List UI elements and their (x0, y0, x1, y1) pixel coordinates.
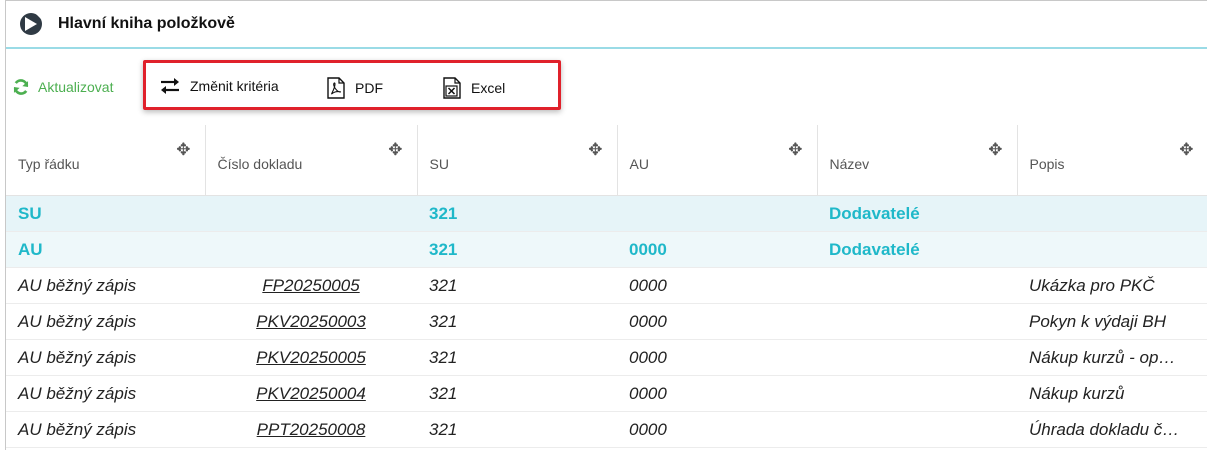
swap-arrows-icon (161, 78, 179, 94)
table-row[interactable]: AU běžný zápis PKV20250003 321 0000 Poky… (6, 303, 1207, 340)
header-label: Typ řádku (18, 156, 80, 172)
cell-name (817, 411, 1017, 448)
cell-type: AU běžný zápis (6, 339, 205, 376)
cell-type: AU (6, 231, 205, 268)
cell-su: 321 (417, 231, 617, 268)
refresh-icon (13, 79, 29, 95)
change-criteria-button[interactable]: Změnit kritéria (160, 77, 279, 95)
header-au[interactable]: AU ✥ (617, 125, 818, 196)
cell-su: 321 (417, 375, 617, 412)
cell-doc (205, 195, 417, 232)
app-logo-icon (20, 13, 42, 35)
cell-type: AU běžný zápis (6, 303, 205, 340)
cell-desc: Pokyn k výdaji BH (1017, 303, 1207, 340)
cell-au: 0000 (617, 303, 817, 340)
cell-type: AU běžný zápis (6, 411, 205, 448)
header-label: Číslo dokladu (217, 156, 303, 172)
cell-doc: PKV20250004 (205, 375, 417, 412)
cell-desc: Nákup kurzů - op… (1017, 339, 1207, 376)
move-icon[interactable]: ✥ (588, 141, 602, 158)
cell-type: SU (6, 195, 205, 232)
cell-au (617, 195, 817, 232)
doc-link[interactable]: PKV20250003 (256, 312, 366, 331)
cell-au: 0000 (617, 267, 817, 304)
table-row[interactable]: AU běžný zápis PPT20250008 321 0000 Úhra… (6, 411, 1207, 448)
header-cislo-dokladu[interactable]: Číslo dokladu ✥ (205, 125, 418, 196)
cell-desc: Nákup kurzů (1017, 375, 1207, 412)
table-row[interactable]: AU běžný zápis PKV20250004 321 0000 Náku… (6, 375, 1207, 412)
pdf-export-button[interactable]: PDF (327, 77, 383, 99)
cell-name (817, 375, 1017, 412)
header-label: Název (829, 156, 870, 172)
cell-name: Dodavatelé (817, 195, 1017, 232)
ledger-table: Typ řádku ✥ Číslo dokladu ✥ SU ✥ AU ✥ Název ✥… (6, 125, 1207, 448)
change-criteria-label: Změnit kritéria (190, 78, 279, 94)
cell-doc: FP20250005 (205, 267, 417, 304)
cell-name: Dodavatelé (817, 231, 1017, 268)
header-popis[interactable]: Popis ✥ (1017, 125, 1207, 196)
cell-doc (205, 231, 417, 268)
cell-su: 321 (417, 303, 617, 340)
pdf-label: PDF (355, 80, 383, 96)
cell-type: AU běžný zápis (6, 375, 205, 412)
cell-su: 321 (417, 339, 617, 376)
refresh-label: Aktualizovat (38, 79, 114, 95)
cell-desc (1017, 195, 1207, 232)
cell-desc (1017, 231, 1207, 268)
cell-desc: Úhrada dokladu č… (1017, 411, 1207, 448)
cell-doc: PKV20250003 (205, 303, 417, 340)
excel-file-icon (443, 77, 461, 99)
refresh-button[interactable]: Aktualizovat (12, 77, 113, 97)
move-icon[interactable]: ✥ (988, 141, 1002, 158)
cell-au: 0000 (617, 231, 817, 268)
header-label: AU (629, 156, 649, 172)
cell-name (817, 267, 1017, 304)
move-icon[interactable]: ✥ (1179, 141, 1193, 158)
excel-label: Excel (471, 80, 506, 96)
cell-name (817, 339, 1017, 376)
cell-au: 0000 (617, 375, 817, 412)
cell-desc: Ukázka pro PKČ (1017, 267, 1207, 304)
cell-au: 0000 (617, 411, 817, 448)
doc-link[interactable]: PKV20250004 (256, 384, 366, 403)
table-row-au[interactable]: AU 321 0000 Dodavatelé (6, 231, 1207, 268)
pdf-file-icon (327, 77, 345, 99)
move-icon[interactable]: ✥ (176, 141, 190, 158)
header-typ-radku[interactable]: Typ řádku ✥ (6, 125, 206, 196)
table-header-row: Typ řádku ✥ Číslo dokladu ✥ SU ✥ AU ✥ Název ✥… (6, 125, 1207, 196)
cell-su: 321 (417, 267, 617, 304)
header-su[interactable]: SU ✥ (417, 125, 618, 196)
cell-su: 321 (417, 411, 617, 448)
doc-link[interactable]: PKV20250005 (256, 348, 366, 367)
cell-name (817, 303, 1017, 340)
doc-link[interactable]: FP20250005 (262, 276, 359, 295)
cell-su: 321 (417, 195, 617, 232)
header-label: Popis (1029, 156, 1065, 172)
cell-type: AU běžný zápis (6, 267, 205, 304)
title-bar: Hlavní kniha položkově (6, 1, 1207, 49)
move-icon[interactable]: ✥ (388, 141, 402, 158)
header-label: SU (429, 156, 449, 172)
doc-link[interactable]: PPT20250008 (257, 420, 366, 439)
table-row-su[interactable]: SU 321 Dodavatelé (6, 195, 1207, 232)
header-nazev[interactable]: Název ✥ (817, 125, 1018, 196)
cell-doc: PPT20250008 (205, 411, 417, 448)
move-icon[interactable]: ✥ (788, 141, 802, 158)
table-row[interactable]: AU běžný zápis FP20250005 321 0000 Ukázk… (6, 267, 1207, 304)
cell-au: 0000 (617, 339, 817, 376)
window-title: Hlavní kniha položkově (58, 15, 235, 32)
excel-export-button[interactable]: Excel (443, 77, 505, 99)
table-row[interactable]: AU běžný zápis PKV20250005 321 0000 Náku… (6, 339, 1207, 376)
cell-doc: PKV20250005 (205, 339, 417, 376)
